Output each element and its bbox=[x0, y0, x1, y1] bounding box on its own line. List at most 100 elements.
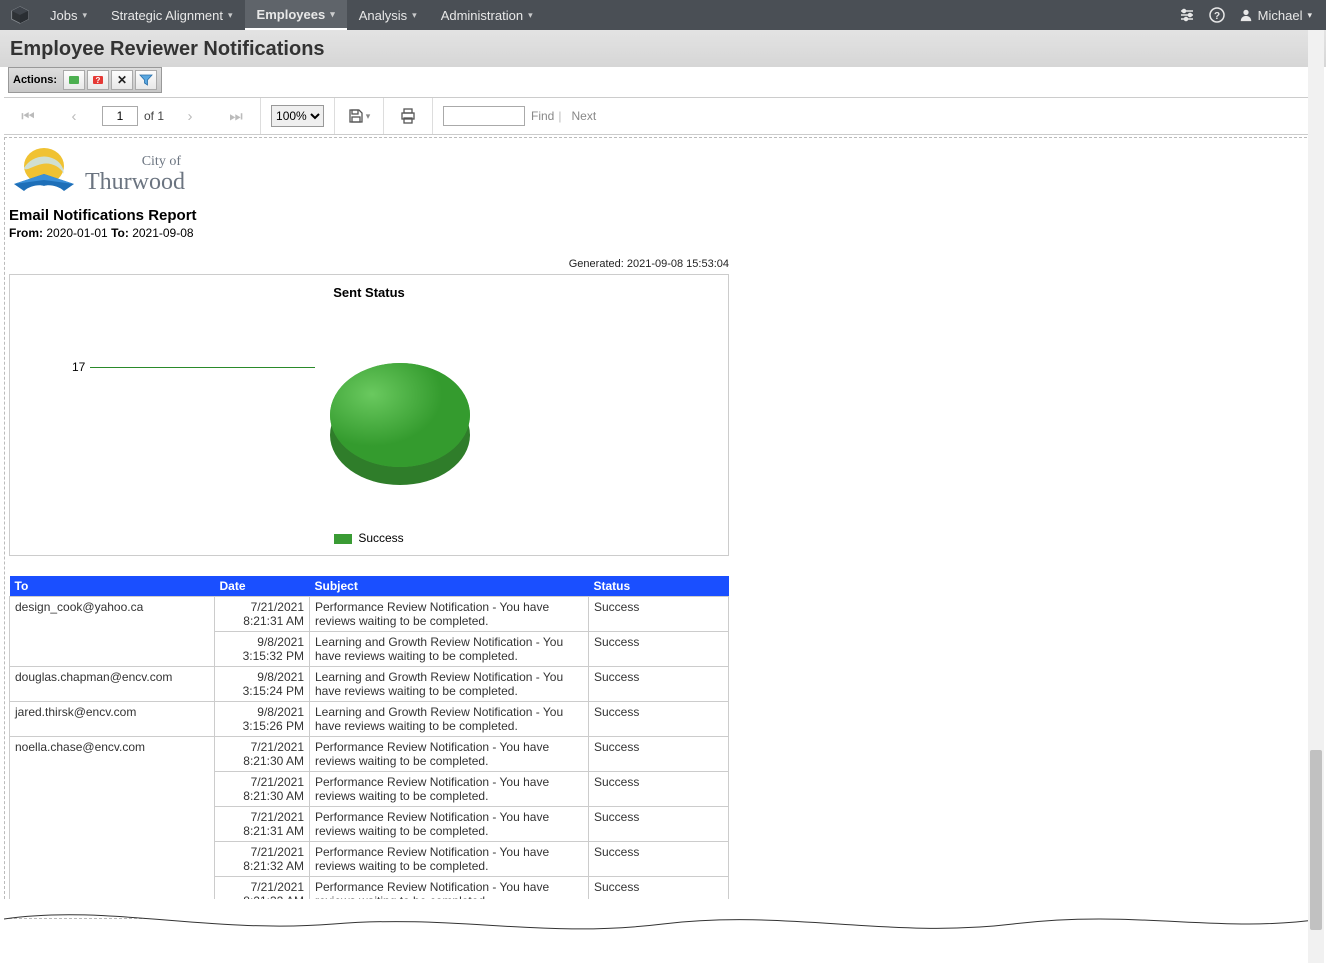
legend-label: Success bbox=[358, 531, 403, 545]
user-name: Michael bbox=[1258, 8, 1303, 23]
chevron-down-icon: ▾ bbox=[528, 10, 533, 21]
action-cancel-button[interactable]: ✕ bbox=[111, 70, 133, 90]
save-button[interactable]: ▾ bbox=[345, 102, 373, 130]
col-date: Date bbox=[215, 576, 310, 597]
actions-label: Actions: bbox=[13, 74, 57, 86]
cell-subject: Performance Review Notification - You ha… bbox=[310, 597, 589, 632]
cell-date: 7/21/2021 8:21:31 AM bbox=[215, 807, 310, 842]
actions-toolbar: Actions: ? ✕ bbox=[8, 67, 162, 93]
report-viewer-toolbar: ⏮ ‹ of 1 › ⏭ 100% ▾ Find | Next bbox=[4, 97, 1322, 135]
cell-date: 9/8/2021 3:15:26 PM bbox=[215, 702, 310, 737]
table-row: noella.chase@encv.com7/21/2021 8:21:30 A… bbox=[10, 737, 729, 772]
logo-text-big: Thurwood bbox=[85, 170, 185, 194]
table-row: jared.thirsk@encv.com9/8/2021 3:15:26 PM… bbox=[10, 702, 729, 737]
cell-status: Success bbox=[589, 667, 729, 702]
top-icons: ? Michael ▾ bbox=[1179, 7, 1320, 23]
cell-status: Success bbox=[589, 702, 729, 737]
nav-administration[interactable]: Administration ▾ bbox=[429, 0, 545, 30]
last-page-button[interactable]: ⏭ bbox=[222, 102, 250, 130]
cell-status: Success bbox=[589, 632, 729, 667]
chart-leader-line bbox=[90, 367, 315, 368]
col-to: To bbox=[10, 576, 215, 597]
chevron-down-icon: ▾ bbox=[1307, 10, 1312, 21]
nav-jobs[interactable]: Jobs ▾ bbox=[38, 0, 99, 30]
cell-status: Success bbox=[589, 842, 729, 877]
chevron-down-icon: ▾ bbox=[330, 9, 335, 20]
col-status: Status bbox=[589, 576, 729, 597]
zoom-select[interactable]: 100% bbox=[271, 105, 324, 127]
help-icon[interactable]: ? bbox=[1209, 7, 1225, 23]
cell-subject: Performance Review Notification - You ha… bbox=[310, 772, 589, 807]
nav-label: Analysis bbox=[359, 8, 407, 23]
report-date-range: From: 2020-01-01 To: 2021-09-08 bbox=[9, 226, 1317, 240]
report-logo: City of Thurwood bbox=[9, 146, 1317, 201]
top-nav: Jobs ▾ Strategic Alignment ▾ Employees ▾ An… bbox=[0, 0, 1326, 30]
cell-subject: Learning and Growth Review Notification … bbox=[310, 632, 589, 667]
find-input[interactable] bbox=[443, 106, 525, 126]
action-flag-button[interactable]: ? bbox=[87, 70, 109, 90]
page-torn-edge bbox=[4, 919, 1322, 959]
page-of-label: of 1 bbox=[144, 109, 164, 123]
svg-text:?: ? bbox=[96, 76, 101, 85]
action-approve-button[interactable] bbox=[63, 70, 85, 90]
chart-legend: Success bbox=[10, 531, 728, 545]
svg-text:?: ? bbox=[1214, 11, 1220, 22]
cell-status: Success bbox=[589, 737, 729, 772]
nav-label: Administration bbox=[441, 8, 523, 23]
nav-label: Employees bbox=[257, 7, 326, 22]
chevron-down-icon: ▾ bbox=[82, 10, 87, 21]
cell-to: douglas.chapman@encv.com bbox=[10, 667, 215, 702]
report-title: Email Notifications Report bbox=[9, 207, 1317, 224]
cell-date: 9/8/2021 3:15:24 PM bbox=[215, 667, 310, 702]
nav-label: Jobs bbox=[50, 8, 77, 23]
legend-swatch-icon bbox=[334, 534, 352, 544]
col-subject: Subject bbox=[310, 576, 589, 597]
page-number-input[interactable] bbox=[102, 106, 138, 126]
page-title: Employee Reviewer Notifications bbox=[0, 30, 1326, 67]
cell-subject: Learning and Growth Review Notification … bbox=[310, 667, 589, 702]
notifications-table: To Date Subject Status design_cook@yahoo… bbox=[9, 576, 729, 912]
first-page-button[interactable]: ⏮ bbox=[14, 102, 42, 130]
chevron-down-icon: ▾ bbox=[366, 111, 371, 122]
cell-date: 7/21/2021 8:21:31 AM bbox=[215, 597, 310, 632]
logo-text-small: City of bbox=[85, 154, 181, 170]
cell-status: Success bbox=[589, 807, 729, 842]
cell-subject: Performance Review Notification - You ha… bbox=[310, 807, 589, 842]
cell-date: 7/21/2021 8:21:30 AM bbox=[215, 772, 310, 807]
chevron-down-icon: ▾ bbox=[228, 10, 233, 21]
table-header-row: To Date Subject Status bbox=[10, 576, 729, 597]
nav-items: Jobs ▾ Strategic Alignment ▾ Employees ▾ An… bbox=[38, 0, 545, 30]
nav-label: Strategic Alignment bbox=[111, 8, 223, 23]
user-menu[interactable]: Michael ▾ bbox=[1239, 8, 1312, 23]
cell-date: 9/8/2021 3:15:32 PM bbox=[215, 632, 310, 667]
cell-date: 7/21/2021 8:21:32 AM bbox=[215, 842, 310, 877]
chart-value-label: 17 bbox=[72, 360, 85, 374]
cell-subject: Performance Review Notification - You ha… bbox=[310, 842, 589, 877]
cell-status: Success bbox=[589, 772, 729, 807]
find-button[interactable]: Find bbox=[531, 109, 554, 123]
nav-analysis[interactable]: Analysis ▾ bbox=[347, 0, 429, 30]
sent-status-chart: Sent Status 17 Success bbox=[9, 274, 729, 556]
table-row: design_cook@yahoo.ca7/21/2021 8:21:31 AM… bbox=[10, 597, 729, 632]
report-generated-timestamp: Generated: 2021-09-08 15:53:04 bbox=[9, 258, 729, 270]
report-body: City of Thurwood Email Notifications Rep… bbox=[4, 137, 1322, 919]
action-filter-button[interactable] bbox=[135, 70, 157, 90]
print-button[interactable] bbox=[394, 102, 422, 130]
vertical-scrollbar[interactable] bbox=[1308, 30, 1324, 963]
cell-date: 7/21/2021 8:21:30 AM bbox=[215, 737, 310, 772]
cell-status: Success bbox=[589, 597, 729, 632]
pie-icon bbox=[315, 345, 495, 505]
next-page-button[interactable]: › bbox=[176, 102, 204, 130]
nav-employees[interactable]: Employees ▾ bbox=[245, 0, 347, 30]
cell-subject: Performance Review Notification - You ha… bbox=[310, 737, 589, 772]
find-next-button[interactable]: Next bbox=[571, 109, 596, 123]
table-row: douglas.chapman@encv.com9/8/2021 3:15:24… bbox=[10, 667, 729, 702]
settings-sliders-icon[interactable] bbox=[1179, 7, 1195, 23]
nav-strategic-alignment[interactable]: Strategic Alignment ▾ bbox=[99, 0, 245, 30]
prev-page-button[interactable]: ‹ bbox=[60, 102, 88, 130]
cell-to: design_cook@yahoo.ca bbox=[10, 597, 215, 667]
cell-subject: Learning and Growth Review Notification … bbox=[310, 702, 589, 737]
chevron-down-icon: ▾ bbox=[412, 10, 417, 21]
cell-to: noella.chase@encv.com bbox=[10, 737, 215, 912]
cell-to: jared.thirsk@encv.com bbox=[10, 702, 215, 737]
